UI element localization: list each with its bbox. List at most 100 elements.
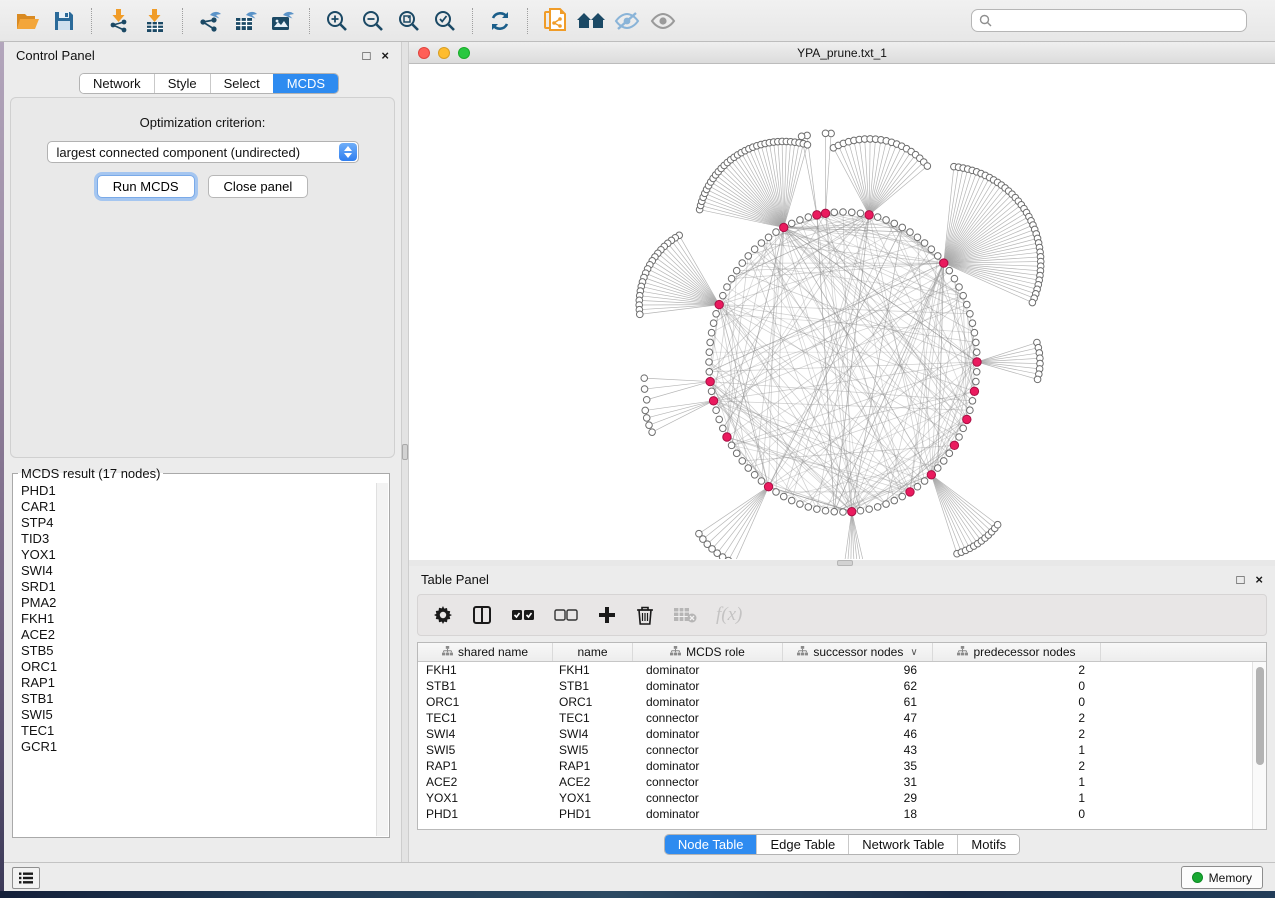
network-node[interactable] xyxy=(969,398,976,405)
zoom-out-icon[interactable] xyxy=(355,6,391,36)
network-node[interactable] xyxy=(960,425,967,432)
network-node[interactable] xyxy=(641,375,648,382)
close-panel-button[interactable]: Close panel xyxy=(208,175,309,198)
tab-style[interactable]: Style xyxy=(154,74,210,93)
tab-network-table[interactable]: Network Table xyxy=(848,835,957,854)
network-node[interactable] xyxy=(751,246,758,253)
import-table-icon[interactable] xyxy=(137,6,173,36)
zoom-in-icon[interactable] xyxy=(319,6,355,36)
network-node[interactable] xyxy=(788,497,795,504)
network-node[interactable] xyxy=(649,429,656,436)
network-node[interactable] xyxy=(728,275,735,282)
table-scrollbar[interactable] xyxy=(1252,662,1266,829)
select-all-columns-icon[interactable] xyxy=(511,608,535,622)
column-header-name[interactable]: name xyxy=(553,643,633,661)
network-node[interactable] xyxy=(924,163,931,170)
network-canvas[interactable] xyxy=(409,64,1275,559)
network-node[interactable] xyxy=(971,329,978,336)
network-node[interactable] xyxy=(883,217,890,224)
network-node[interactable] xyxy=(907,229,914,236)
network-node[interactable] xyxy=(713,407,720,414)
table-row[interactable]: YOX1YOX1connector291 xyxy=(418,790,1252,806)
add-column-icon[interactable] xyxy=(597,605,617,625)
network-node[interactable] xyxy=(857,507,864,514)
show-all-icon[interactable] xyxy=(645,6,681,36)
save-icon[interactable] xyxy=(46,6,82,36)
mcds-result-item[interactable]: ORC1 xyxy=(14,659,376,675)
network-dominator-node[interactable] xyxy=(865,211,873,219)
network-node[interactable] xyxy=(733,450,740,457)
network-node[interactable] xyxy=(874,214,881,221)
mcds-result-list[interactable]: PHD1CAR1STP4TID3YOX1SWI4SRD1PMA2FKH1ACE2… xyxy=(14,483,376,836)
network-node[interactable] xyxy=(716,416,723,423)
network-node[interactable] xyxy=(963,301,970,308)
network-node[interactable] xyxy=(951,275,958,282)
table-row[interactable]: ORC1ORC1dominator610 xyxy=(418,694,1252,710)
network-node[interactable] xyxy=(934,253,941,260)
mcds-result-item[interactable]: STP4 xyxy=(14,515,376,531)
network-dominator-node[interactable] xyxy=(821,209,829,217)
network-node[interactable] xyxy=(840,209,847,216)
network-node[interactable] xyxy=(883,501,890,508)
close-panel-icon[interactable]: × xyxy=(381,49,389,62)
network-node[interactable] xyxy=(934,465,941,472)
network-node[interactable] xyxy=(967,407,974,414)
network-node[interactable] xyxy=(706,369,713,376)
network-node[interactable] xyxy=(891,220,898,227)
network-node[interactable] xyxy=(857,210,864,217)
network-node[interactable] xyxy=(720,292,727,299)
table-row[interactable]: RAP1RAP1dominator352 xyxy=(418,758,1252,774)
network-node[interactable] xyxy=(758,478,765,485)
mcds-result-item[interactable]: PMA2 xyxy=(14,595,376,611)
network-node[interactable] xyxy=(899,493,906,500)
mcds-result-item[interactable]: RAP1 xyxy=(14,675,376,691)
window-minimize-icon[interactable] xyxy=(438,47,450,59)
gear-icon[interactable] xyxy=(433,605,453,625)
network-node[interactable] xyxy=(1029,299,1036,306)
tab-mcds[interactable]: MCDS xyxy=(273,74,338,93)
table-row[interactable]: SWI5SWI5connector431 xyxy=(418,742,1252,758)
network-node[interactable] xyxy=(745,465,752,472)
network-node[interactable] xyxy=(921,240,928,247)
search-input[interactable] xyxy=(997,13,1246,29)
zoom-selected-icon[interactable] xyxy=(427,6,463,36)
network-dominator-node[interactable] xyxy=(764,483,772,491)
network-node[interactable] xyxy=(646,422,653,429)
table-row[interactable]: ACE2ACE2connector311 xyxy=(418,774,1252,790)
network-node[interactable] xyxy=(804,142,811,149)
deselect-all-columns-icon[interactable] xyxy=(554,608,578,622)
column-chooser-icon[interactable] xyxy=(472,605,492,625)
network-node[interactable] xyxy=(708,388,715,395)
duplicate-network-icon[interactable] xyxy=(537,6,573,36)
network-node[interactable] xyxy=(636,311,643,318)
network-node[interactable] xyxy=(797,501,804,508)
table-row[interactable]: PHD1PHD1dominator180 xyxy=(418,806,1252,822)
network-node[interactable] xyxy=(733,267,740,274)
network-dominator-node[interactable] xyxy=(848,507,856,515)
mcds-result-item[interactable]: SRD1 xyxy=(14,579,376,595)
column-header-successor-nodes[interactable]: successor nodes∨ xyxy=(783,643,933,661)
table-row[interactable]: TEC1TEC1connector472 xyxy=(418,710,1252,726)
sort-descending-icon[interactable]: ∨ xyxy=(910,647,917,658)
network-node[interactable] xyxy=(751,471,758,478)
memory-button[interactable]: Memory xyxy=(1181,866,1263,889)
network-node[interactable] xyxy=(805,504,812,511)
network-titlebar[interactable]: YPA_prune.txt_1 xyxy=(409,42,1275,64)
network-node[interactable] xyxy=(899,224,906,231)
network-node[interactable] xyxy=(969,320,976,327)
network-dominator-node[interactable] xyxy=(709,397,717,405)
network-node[interactable] xyxy=(805,214,812,221)
network-node[interactable] xyxy=(831,508,838,515)
network-dominator-node[interactable] xyxy=(973,358,981,366)
network-dominator-node[interactable] xyxy=(940,259,948,267)
network-node[interactable] xyxy=(706,349,713,356)
tab-motifs[interactable]: Motifs xyxy=(957,835,1019,854)
tab-edge-table[interactable]: Edge Table xyxy=(756,835,848,854)
network-dominator-node[interactable] xyxy=(963,415,971,423)
network-node[interactable] xyxy=(891,497,898,504)
network-node[interactable] xyxy=(713,310,720,317)
network-node[interactable] xyxy=(720,425,727,432)
network-node[interactable] xyxy=(994,521,1001,528)
network-dominator-node[interactable] xyxy=(813,211,821,219)
mcds-result-item[interactable]: SWI5 xyxy=(14,707,376,723)
